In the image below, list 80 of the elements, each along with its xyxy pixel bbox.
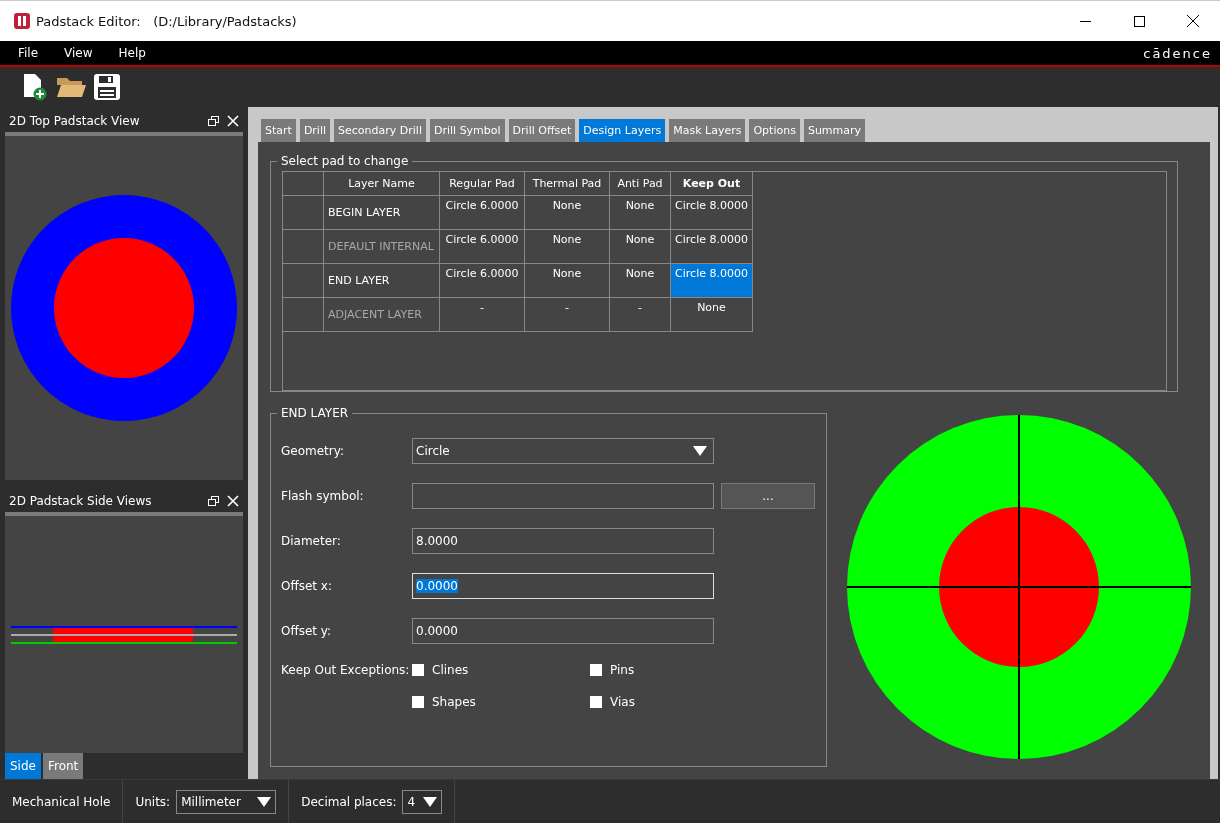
table-cell[interactable]: None xyxy=(610,196,671,230)
checkbox[interactable]: Shapes xyxy=(412,695,590,709)
group-title: END LAYER xyxy=(280,406,350,420)
browse-button[interactable]: ... xyxy=(721,483,815,509)
field-label: Diameter: xyxy=(281,534,342,548)
table-cell[interactable]: - xyxy=(610,298,671,332)
hole-type-label: Mechanical Hole xyxy=(12,794,111,809)
layer-name-cell[interactable]: END LAYER xyxy=(324,264,440,298)
units-label: Units: xyxy=(135,794,171,809)
menu-item[interactable]: View xyxy=(58,46,103,60)
dropdown-arrow-icon xyxy=(693,446,707,456)
row-selector-cell[interactable] xyxy=(283,298,324,332)
dock-title: 2D Top Padstack View xyxy=(9,114,141,128)
dropdown-arrow-icon xyxy=(423,796,438,807)
menu-item[interactable]: File xyxy=(12,46,49,60)
menu-item[interactable]: Help xyxy=(112,46,156,60)
field-label: Keep Out Exceptions: xyxy=(281,663,411,677)
group-title: Select pad to change xyxy=(280,154,410,168)
tab[interactable]: Drill xyxy=(299,119,331,142)
minimize-icon xyxy=(1079,20,1091,22)
row-selector-cell[interactable] xyxy=(283,264,324,298)
field-label: Geometry: xyxy=(281,444,345,458)
table-cell[interactable]: None xyxy=(525,196,610,230)
input-field[interactable]: 0.0000 xyxy=(412,573,714,599)
tab[interactable]: Summary xyxy=(803,119,866,142)
units-dropdown[interactable]: Millimeter xyxy=(176,789,277,814)
table-cell[interactable]: Circle 6.0000 xyxy=(440,230,525,264)
dock-title: 2D Padstack Side Views xyxy=(9,494,153,508)
row-selector-cell[interactable] xyxy=(283,196,324,230)
maximize-icon xyxy=(1133,15,1145,27)
tab[interactable]: Mask Layers xyxy=(669,119,746,142)
input-field[interactable] xyxy=(412,483,714,509)
tab[interactable]: Drill Offset xyxy=(508,119,576,142)
dropdown-arrow-icon xyxy=(257,796,272,807)
layer-name-cell[interactable]: BEGIN LAYER xyxy=(324,196,440,230)
table-cell[interactable]: None xyxy=(610,230,671,264)
view-tab[interactable]: Front xyxy=(42,753,84,779)
table-cell[interactable]: None xyxy=(671,298,753,332)
checkbox-box[interactable] xyxy=(590,696,602,708)
tab[interactable]: Drill Symbol xyxy=(429,119,505,142)
view-tab[interactable]: Side xyxy=(5,753,41,779)
row-selector-cell[interactable] xyxy=(283,230,324,264)
close-icon xyxy=(1187,15,1199,27)
checkbox[interactable]: Pins xyxy=(590,663,710,677)
geometry-dropdown[interactable]: Circle xyxy=(412,438,714,464)
layer-name-cell[interactable]: DEFAULT INTERNAL xyxy=(324,230,440,264)
checkbox-box[interactable] xyxy=(412,696,424,708)
table-cell[interactable]: None xyxy=(525,230,610,264)
field-label: Offset y: xyxy=(281,624,333,638)
decimal-places-label: Decimal places: xyxy=(301,794,397,809)
tab[interactable]: Secondary Drill xyxy=(334,119,426,142)
table-cell[interactable]: Circle 6.0000 xyxy=(440,264,525,298)
column-header: Layer Name xyxy=(324,172,440,196)
column-header: Thermal Pad xyxy=(525,172,610,196)
column-header: Anti Pad xyxy=(610,172,671,196)
checkbox-box[interactable] xyxy=(590,664,602,676)
save-button[interactable] xyxy=(92,71,122,103)
field-label: Flash symbol: xyxy=(281,489,365,503)
window-title: Padstack Editor: (D:/Library/Padstacks) xyxy=(36,13,297,29)
layer-name-cell[interactable]: ADJACENT LAYER xyxy=(324,298,440,332)
column-header: Keep Out xyxy=(671,172,753,196)
table-cell[interactable]: - xyxy=(525,298,610,332)
input-field[interactable]: 0.0000 xyxy=(412,618,714,644)
tab[interactable]: Start xyxy=(261,119,296,142)
input-field[interactable]: 8.0000 xyxy=(412,528,714,554)
table-cell[interactable]: None xyxy=(525,264,610,298)
brand-logo: cādence xyxy=(1143,45,1213,61)
tab[interactable]: Design Layers xyxy=(579,119,666,142)
checkbox[interactable]: Vias xyxy=(590,695,710,709)
field-label: Offset x: xyxy=(281,579,333,593)
checkbox-box[interactable] xyxy=(412,664,424,676)
app-logo-icon xyxy=(14,13,30,29)
column-header: Regular Pad xyxy=(440,172,525,196)
table-cell[interactable]: Circle 8.0000 xyxy=(671,196,753,230)
table-cell[interactable]: Circle 8.0000 xyxy=(671,264,753,298)
decimal-places-dropdown[interactable]: 4 xyxy=(402,789,443,814)
table-cell[interactable]: Circle 6.0000 xyxy=(440,196,525,230)
tab[interactable]: Options xyxy=(749,119,800,142)
checkbox[interactable]: Clines xyxy=(412,663,590,677)
table-cell[interactable]: - xyxy=(440,298,525,332)
